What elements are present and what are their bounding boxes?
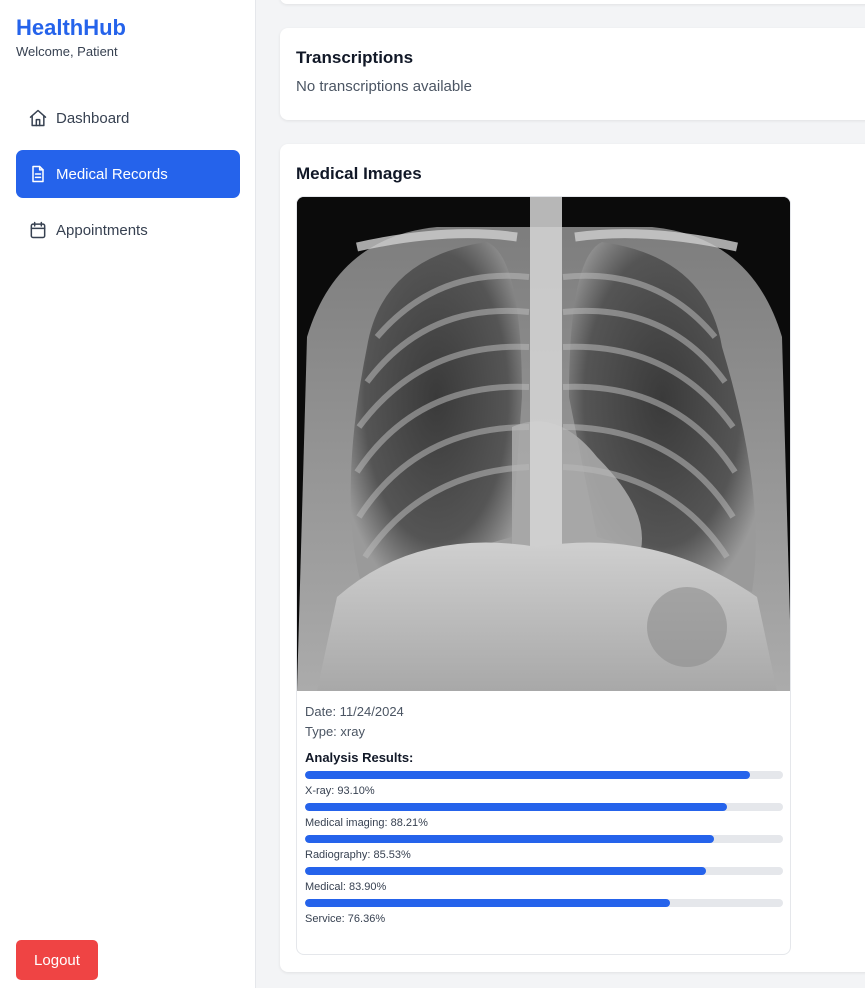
result-label: X-ray: 93.10% — [305, 785, 375, 797]
result-bar-track — [305, 899, 783, 907]
sidebar-item-label: Medical Records — [56, 165, 168, 183]
transcriptions-title: Transcriptions — [296, 48, 414, 67]
result-label: Medical: 83.90% — [305, 881, 387, 893]
home-icon — [28, 108, 48, 128]
result-bar-track — [305, 803, 783, 811]
sidebar-item-dashboard[interactable]: Dashboard — [16, 94, 240, 142]
image-date: Date: 11/24/2024 — [305, 704, 404, 719]
sidebar-item-label: Appointments — [56, 221, 148, 239]
analysis-result: Medical imaging: 88.21% — [305, 803, 783, 829]
result-bar-track — [305, 771, 783, 779]
analysis-results-title: Analysis Results: — [305, 750, 414, 765]
analysis-result: Service: 76.36% — [305, 899, 783, 925]
sidebar-item-medical-records[interactable]: Medical Records — [16, 150, 240, 198]
result-bar-fill — [305, 803, 727, 811]
analysis-result: X-ray: 93.10% — [305, 771, 783, 797]
result-label: Medical imaging: 88.21% — [305, 817, 428, 829]
sidebar-nav: Dashboard Medical Records Appointments — [16, 94, 240, 262]
calendar-icon — [28, 220, 48, 240]
result-bar-fill — [305, 867, 707, 875]
image-meta: Date: 11/24/2024 Type: xray Analysis Res… — [297, 691, 790, 925]
image-type: Type: xray — [305, 724, 365, 739]
result-label: Radiography: 85.53% — [305, 849, 411, 861]
result-bar-track — [305, 867, 783, 875]
sidebar: HealthHub Welcome, Patient Dashboard Med — [0, 0, 256, 988]
result-bar-fill — [305, 835, 714, 843]
sidebar-item-appointments[interactable]: Appointments — [16, 206, 240, 254]
xray-image[interactable] — [297, 197, 790, 691]
transcriptions-empty-text: No transcriptions available — [296, 78, 472, 95]
transcriptions-card: Transcriptions No transcriptions availab… — [280, 28, 865, 120]
brand: HealthHub Welcome, Patient — [16, 14, 126, 59]
result-label: Service: 76.36% — [305, 913, 386, 925]
welcome-text: Welcome, Patient — [16, 44, 118, 59]
previous-card — [280, 0, 865, 4]
medical-images-title: Medical Images — [296, 164, 422, 183]
app-title: HealthHub — [16, 15, 126, 40]
logout-button[interactable]: Logout — [16, 940, 98, 980]
medical-image-item: Date: 11/24/2024 Type: xray Analysis Res… — [296, 196, 791, 955]
app-root: HealthHub Welcome, Patient Dashboard Med — [0, 0, 865, 988]
document-icon — [28, 164, 48, 184]
analysis-result: Radiography: 85.53% — [305, 835, 783, 861]
result-bar-fill — [305, 771, 751, 779]
result-bar-fill — [305, 899, 670, 907]
analysis-result: Medical: 83.90% — [305, 867, 783, 893]
result-bar-track — [305, 835, 783, 843]
sidebar-item-label: Dashboard — [56, 109, 130, 127]
main-content: Transcriptions No transcriptions availab… — [256, 0, 865, 988]
medical-images-card: Medical Images Date: 11/24/2024 Type: xr… — [280, 144, 865, 972]
